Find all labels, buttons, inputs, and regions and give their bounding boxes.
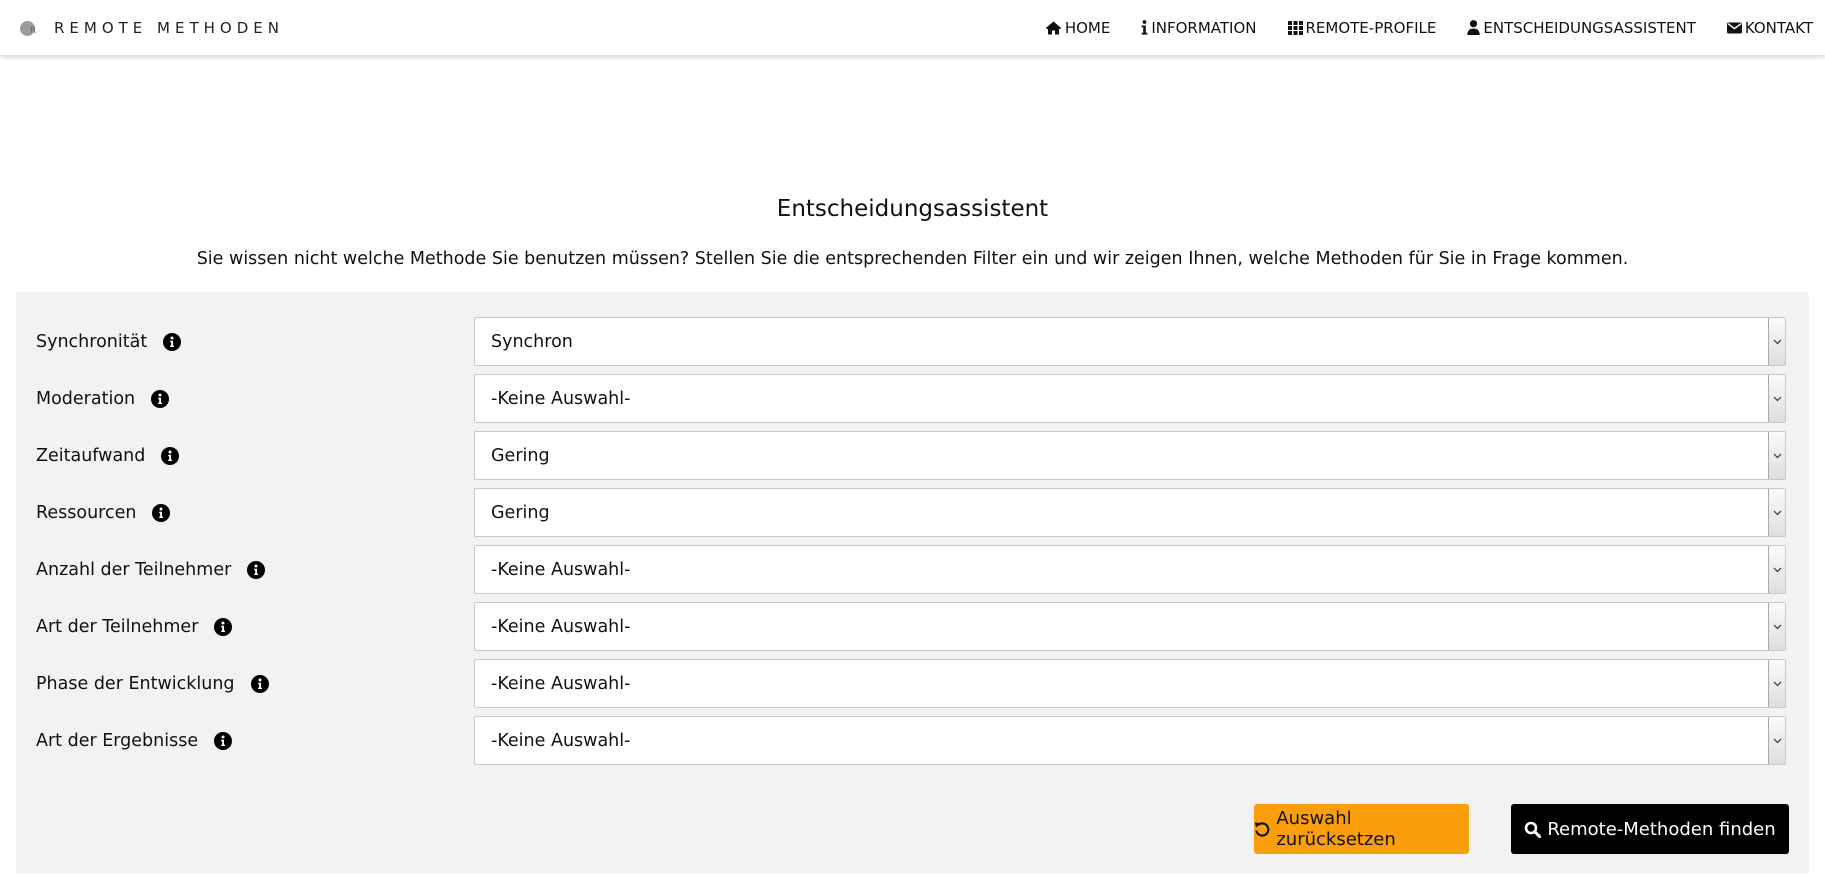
find-methods-button[interactable]: Remote-Methoden finden xyxy=(1511,804,1789,854)
filter-row-zeitaufwand: Zeitaufwand Gering xyxy=(16,431,1809,480)
chevron-down-icon xyxy=(1768,432,1785,479)
chevron-down-icon xyxy=(1768,603,1785,650)
filter-row-moderation: Moderation -Keine Auswahl- xyxy=(16,374,1809,423)
envelope-icon xyxy=(1726,22,1742,33)
filter-row-art-teilnehmer: Art der Teilnehmer -Keine Auswahl- xyxy=(16,602,1809,651)
info-circle-icon[interactable] xyxy=(151,389,170,408)
nav-item-entscheidungsassistent[interactable]: ENTSCHEIDUNGSASSISTENT xyxy=(1467,18,1696,37)
page-title: Entscheidungsassistent xyxy=(776,196,1049,222)
phase-entwicklung-select[interactable]: -Keine Auswahl- xyxy=(474,659,1786,708)
filter-row-synchronitaet: Synchronität Synchron xyxy=(16,317,1809,366)
brand-name: REMOTE METHODEN xyxy=(54,19,284,37)
filter-panel: Synchronität Synchron Moderation -Keine … xyxy=(16,292,1809,874)
search-icon xyxy=(1525,821,1542,838)
info-circle-icon[interactable] xyxy=(161,446,180,465)
brand[interactable]: R REMOTE METHODEN xyxy=(20,16,284,40)
chevron-down-icon xyxy=(1768,318,1785,365)
filter-label: Moderation xyxy=(36,374,170,423)
user-icon xyxy=(1467,20,1481,35)
chevron-down-icon xyxy=(1768,717,1785,764)
brand-logo-icon: R xyxy=(20,17,42,39)
nav-item-kontakt[interactable]: KONTAKT xyxy=(1726,18,1813,37)
info-circle-icon[interactable] xyxy=(247,560,266,579)
nav-item-remote-profile[interactable]: REMOTE-PROFILE xyxy=(1287,18,1437,37)
navbar: R REMOTE METHODEN HOME INFORMATION REMOT… xyxy=(0,0,1825,55)
filter-label: Ressourcen xyxy=(36,488,171,537)
nav-item-home[interactable]: HOME xyxy=(1045,18,1111,37)
chevron-down-icon xyxy=(1768,546,1785,593)
zeitaufwand-select[interactable]: Gering xyxy=(474,431,1786,480)
reset-selection-button[interactable]: Auswahl zurücksetzen xyxy=(1254,804,1469,854)
filter-row-anzahl-teilnehmer: Anzahl der Teilnehmer -Keine Auswahl- xyxy=(16,545,1809,594)
undo-icon xyxy=(1254,821,1270,837)
nav-item-information[interactable]: INFORMATION xyxy=(1141,18,1257,37)
nav-menu: HOME INFORMATION REMOTE-PROFILE ENTSCHEI… xyxy=(1014,0,1813,55)
filter-label: Art der Teilnehmer xyxy=(36,602,233,651)
home-icon xyxy=(1045,21,1062,34)
nav-item-label: INFORMATION xyxy=(1151,18,1257,37)
page-lead: Sie wissen nicht welche Methode Sie benu… xyxy=(196,249,1629,269)
info-icon xyxy=(1141,20,1148,35)
filter-label: Synchronität xyxy=(36,317,182,366)
filter-row-art-ergebnisse: Art der Ergebnisse -Keine Auswahl- xyxy=(16,716,1809,765)
ressourcen-select[interactable]: Gering xyxy=(474,488,1786,537)
nav-item-label: REMOTE-PROFILE xyxy=(1305,18,1437,37)
art-teilnehmer-select[interactable]: -Keine Auswahl- xyxy=(474,602,1786,651)
filter-row-ressourcen: Ressourcen Gering xyxy=(16,488,1809,537)
filter-row-phase-entwicklung: Phase der Entwicklung -Keine Auswahl- xyxy=(16,659,1809,708)
filter-label: Zeitaufwand xyxy=(36,431,180,480)
filter-label: Anzahl der Teilnehmer xyxy=(36,545,266,594)
synchronitaet-select[interactable]: Synchron xyxy=(474,317,1786,366)
info-circle-icon[interactable] xyxy=(250,674,269,693)
info-circle-icon[interactable] xyxy=(214,617,233,636)
chevron-down-icon xyxy=(1768,660,1785,707)
art-ergebnisse-select[interactable]: -Keine Auswahl- xyxy=(474,716,1786,765)
anzahl-teilnehmer-select[interactable]: -Keine Auswahl- xyxy=(474,545,1786,594)
filter-label: Phase der Entwicklung xyxy=(36,659,269,708)
nav-item-label: KONTAKT xyxy=(1744,18,1813,37)
info-circle-icon[interactable] xyxy=(214,731,233,750)
info-circle-icon[interactable] xyxy=(163,332,182,351)
filter-label: Art der Ergebnisse xyxy=(36,716,233,765)
grid-icon xyxy=(1287,20,1303,35)
info-circle-icon[interactable] xyxy=(152,503,171,522)
chevron-down-icon xyxy=(1768,375,1785,422)
nav-item-label: HOME xyxy=(1064,18,1111,37)
moderation-select[interactable]: -Keine Auswahl- xyxy=(474,374,1786,423)
chevron-down-icon xyxy=(1768,489,1785,536)
nav-item-label: ENTSCHEIDUNGSASSISTENT xyxy=(1483,18,1696,37)
